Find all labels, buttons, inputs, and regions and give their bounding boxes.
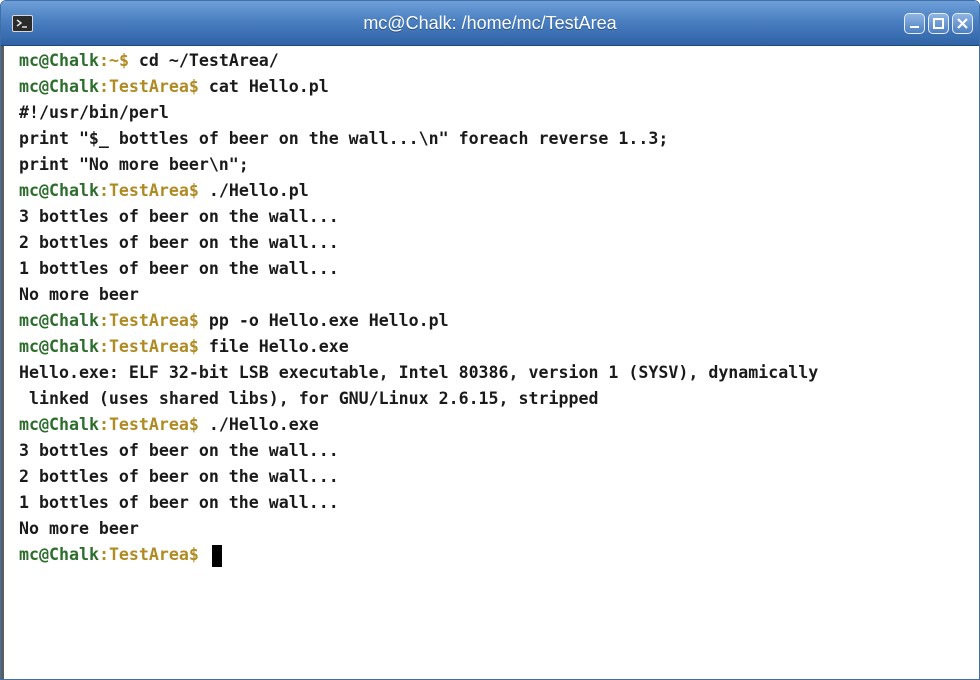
prompt-path: ~ xyxy=(108,51,119,70)
text-cursor xyxy=(211,544,222,567)
prompt-line: mc@Chalk:TestArea$ pp -o Hello.exe Hello… xyxy=(19,308,979,334)
command-text: ./Hello.exe xyxy=(208,415,319,434)
output-line: 3 bottles of beer on the wall... xyxy=(19,441,339,460)
prompt-host: Chalk xyxy=(48,181,99,200)
prompt-colon: : xyxy=(98,545,109,564)
prompt-colon: : xyxy=(98,415,109,434)
window-controls xyxy=(904,13,973,34)
prompt-symbol: $ xyxy=(188,181,209,200)
prompt-line: mc@Chalk:TestArea$ xyxy=(19,542,979,568)
prompt-user: mc xyxy=(19,337,39,356)
prompt-line: mc@Chalk:~$ cd ~/TestArea/ xyxy=(19,48,979,74)
output-line: 2 bottles of beer on the wall... xyxy=(19,233,339,252)
command-text: pp -o Hello.exe Hello.pl xyxy=(208,311,449,330)
prompt-user: mc xyxy=(19,415,39,434)
prompt-user: mc xyxy=(19,51,39,70)
minimize-icon xyxy=(910,26,919,28)
prompt-symbol: $ xyxy=(188,545,209,564)
prompt-user: mc xyxy=(19,545,39,564)
output-line: No more beer xyxy=(19,285,139,304)
prompt-user: mc xyxy=(19,181,39,200)
close-button[interactable] xyxy=(952,13,973,34)
prompt-at: @ xyxy=(38,311,49,330)
prompt-symbol: $ xyxy=(188,311,209,330)
output-line: linked (uses shared libs), for GNU/Linux… xyxy=(19,389,599,408)
terminal-output[interactable]: mc@Chalk:~$ cd ~/TestArea/mc@Chalk:TestA… xyxy=(1,46,979,679)
prompt-at: @ xyxy=(38,415,49,434)
output-line: 1 bottles of beer on the wall... xyxy=(19,259,339,278)
prompt-path: TestArea xyxy=(108,77,189,96)
prompt-path: TestArea xyxy=(108,337,189,356)
output-line: 3 bottles of beer on the wall... xyxy=(19,207,339,226)
title-bar[interactable]: mc@Chalk: /home/mc/TestArea xyxy=(1,1,979,46)
prompt-line: mc@Chalk:TestArea$ ./Hello.pl xyxy=(19,178,979,204)
prompt-path: TestArea xyxy=(108,545,189,564)
terminal-window: mc@Chalk: /home/mc/TestArea mc@Chalk:~$ … xyxy=(0,0,980,680)
prompt-line: mc@Chalk:TestArea$ cat Hello.pl xyxy=(19,74,979,100)
prompt-symbol: $ xyxy=(118,51,139,70)
close-icon xyxy=(957,18,968,29)
prompt-colon: : xyxy=(98,337,109,356)
window-title: mc@Chalk: /home/mc/TestArea xyxy=(363,13,617,33)
command-text: cat Hello.pl xyxy=(208,77,329,96)
prompt-host: Chalk xyxy=(48,77,99,96)
prompt-symbol: $ xyxy=(188,77,209,96)
output-line: print "$_ bottles of beer on the wall...… xyxy=(19,129,669,148)
prompt-colon: : xyxy=(98,311,109,330)
prompt-symbol: $ xyxy=(188,337,209,356)
output-line: No more beer xyxy=(19,519,139,538)
prompt-host: Chalk xyxy=(48,415,99,434)
prompt-host: Chalk xyxy=(48,311,99,330)
command-text: cd ~/TestArea/ xyxy=(138,51,279,70)
prompt-path: TestArea xyxy=(108,311,189,330)
prompt-user: mc xyxy=(19,77,39,96)
prompt-host: Chalk xyxy=(48,51,99,70)
output-line: 1 bottles of beer on the wall... xyxy=(19,493,339,512)
prompt-at: @ xyxy=(38,77,49,96)
output-line: #!/usr/bin/perl xyxy=(19,103,169,122)
maximize-button[interactable] xyxy=(928,13,949,34)
prompt-at: @ xyxy=(38,337,49,356)
output-line: 2 bottles of beer on the wall... xyxy=(19,467,339,486)
prompt-colon: : xyxy=(98,77,109,96)
output-line: print "No more beer\n"; xyxy=(19,155,249,174)
prompt-colon: : xyxy=(98,51,109,70)
prompt-path: TestArea xyxy=(108,181,189,200)
output-line: Hello.exe: ELF 32-bit LSB executable, In… xyxy=(19,363,819,382)
prompt-at: @ xyxy=(38,51,49,70)
prompt-at: @ xyxy=(38,181,49,200)
prompt-host: Chalk xyxy=(48,337,99,356)
prompt-symbol: $ xyxy=(188,415,209,434)
command-text: ./Hello.pl xyxy=(208,181,309,200)
maximize-icon xyxy=(933,18,944,29)
minimize-button[interactable] xyxy=(904,13,925,34)
prompt-at: @ xyxy=(38,545,49,564)
prompt-path: TestArea xyxy=(108,415,189,434)
command-text: file Hello.exe xyxy=(208,337,349,356)
prompt-line: mc@Chalk:TestArea$ ./Hello.exe xyxy=(19,412,979,438)
prompt-line: mc@Chalk:TestArea$ file Hello.exe xyxy=(19,334,979,360)
prompt-colon: : xyxy=(98,181,109,200)
prompt-user: mc xyxy=(19,311,39,330)
prompt-host: Chalk xyxy=(48,545,99,564)
